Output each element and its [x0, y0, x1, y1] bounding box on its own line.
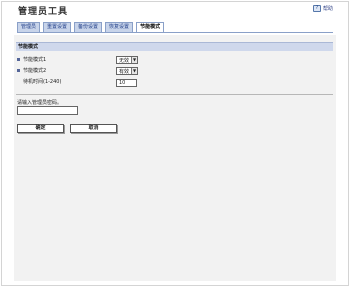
mode1-select[interactable]: 无效 ▼: [116, 56, 138, 64]
content-panel: [14, 35, 336, 281]
ok-button[interactable]: 确定: [17, 124, 64, 133]
bullet-icon: [17, 58, 20, 61]
password-input[interactable]: [17, 106, 78, 115]
mode2-label: 节能模式2: [23, 68, 47, 74]
help-link[interactable]: ? 帮助: [312, 5, 333, 12]
tab-divider: [17, 32, 333, 33]
setting-row-wait: 待机时间(1-240): [23, 77, 61, 86]
help-label: 帮助: [322, 6, 333, 12]
chevron-down-icon: ▼: [131, 68, 137, 74]
mode1-label: 节能模式1: [23, 57, 47, 63]
setting-row-mode2: 节能模式2: [17, 66, 46, 75]
divider: [16, 94, 333, 95]
wait-time-input[interactable]: 10: [116, 79, 137, 87]
wait-time-label: 待机时间(1-240): [23, 79, 62, 85]
mode1-value: 无效: [119, 57, 130, 64]
mode2-select[interactable]: 有效 ▼: [116, 67, 138, 75]
bullet-icon: [17, 69, 20, 72]
setting-row-mode1: 节能模式1: [17, 55, 46, 64]
cancel-button[interactable]: 取消: [70, 124, 117, 133]
mode2-value: 有效: [119, 68, 130, 75]
help-icon: ?: [312, 5, 321, 12]
password-label: 请输入管理员密码。: [17, 100, 63, 106]
chevron-down-icon: ▼: [131, 57, 137, 63]
section-header: 节能模式: [16, 42, 333, 51]
page-title: 管理员工具: [18, 7, 69, 17]
